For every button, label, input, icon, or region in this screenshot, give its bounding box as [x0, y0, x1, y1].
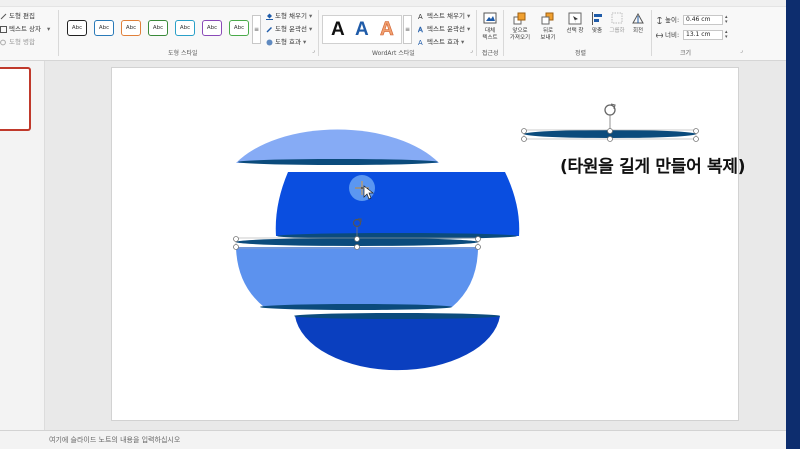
notes-placeholder: 여기에 슬라이드 노트의 내용을 입력하십시오	[49, 436, 181, 444]
ellipse-strip-bottom[interactable]	[294, 313, 500, 319]
powerpoint-window: 도형 편집 텍스트 상자 ▾ 도형 병합 Abc Abc Abc Abc Abc Abc A…	[0, 0, 786, 449]
move-cursor-icon	[349, 175, 375, 201]
ellipse-strip-lower[interactable]	[260, 304, 452, 310]
slide-artwork	[233, 103, 699, 371]
notes-left-spacer	[0, 430, 45, 449]
bottom-circle-slice[interactable]	[295, 316, 500, 371]
notes-pane[interactable]: 여기에 슬라이드 노트의 내용을 입력하십시오	[45, 430, 786, 449]
lower-circle-slice[interactable]	[236, 247, 478, 307]
middle-circle-slice[interactable]	[275, 172, 520, 236]
rotate-handle-top-right-icon[interactable]	[604, 103, 616, 116]
top-circle-slice[interactable]	[236, 129, 439, 163]
ellipse-strip-top[interactable]	[238, 159, 438, 165]
selection-handles-top-right[interactable]	[521, 115, 699, 142]
slide-caption: (타원을 길게 만들어 복제)	[560, 157, 746, 177]
